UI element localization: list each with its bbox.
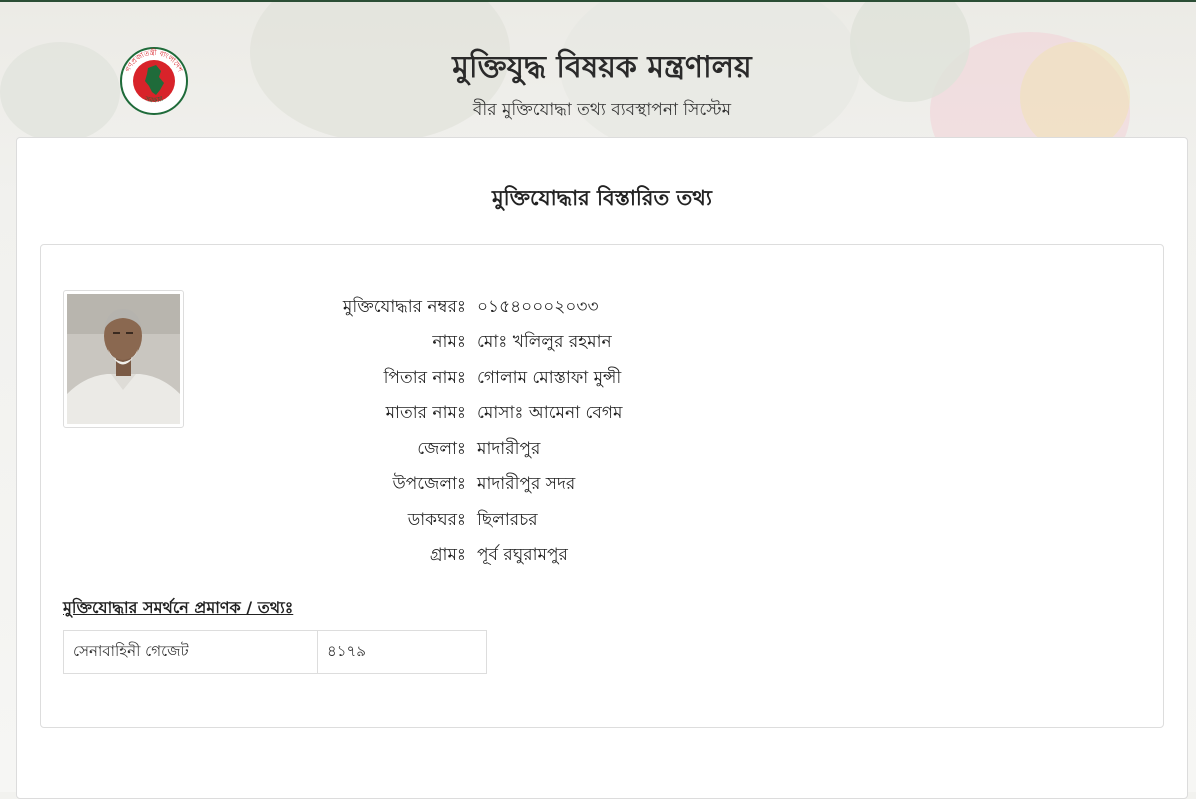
- government-seal-icon: গণপ্রজাতন্ত্রী বাংলাদেশ সরকার: [119, 46, 189, 116]
- detail-label: উপজেলাঃ: [392, 474, 466, 494]
- detail-label: মুক্তিযোদ্ধার নম্বরঃ: [342, 297, 466, 317]
- evidence-source-cell: সেনাবাহিনী গেজেট: [63, 630, 318, 674]
- detail-value: পূর্ব রঘুরামপুর: [477, 545, 568, 565]
- detail-label: পিতার নামঃ: [383, 368, 466, 388]
- detail-value: মোঃ খলিলুর রহমান: [477, 332, 612, 352]
- page-heading: মুক্তিযোদ্ধার বিস্তারিত তথ্য: [491, 185, 712, 210]
- details-card: মুক্তিযোদ্ধার নম্বরঃ ০১৫৪০০০২০৩৩ নামঃ মো…: [40, 244, 1164, 728]
- detail-label: গ্রামঃ: [429, 545, 466, 565]
- detail-value: ০১৫৪০০০২০৩৩: [477, 297, 599, 317]
- detail-row-district: জেলাঃ মাদারীপুর: [41, 434, 681, 464]
- detail-value: ছিলারচর: [477, 510, 538, 530]
- detail-row-mother-name: মাতার নামঃ মোসাঃ আমেনা বেগম: [41, 398, 681, 428]
- ministry-title: মুক্তিযুদ্ধ বিষয়ক মন্ত্রণালয়: [452, 50, 752, 85]
- detail-row-number: মুক্তিযোদ্ধার নম্বরঃ ০১৫৪০০০২০৩৩: [41, 292, 681, 322]
- detail-row-post-office: ডাকঘরঃ ছিলারচর: [41, 505, 681, 535]
- detail-value: মোসাঃ আমেনা বেগম: [477, 403, 623, 423]
- system-subtitle: বীর মুক্তিযোদ্ধা তথ্য ব্যবস্থাপনা সিস্টে…: [472, 100, 732, 120]
- detail-label: মাতার নামঃ: [385, 403, 466, 423]
- detail-row-name: নামঃ মোঃ খলিলুর রহমান: [41, 327, 681, 357]
- evidence-heading: মুক্তিযোদ্ধার সমর্থনে প্রমাণক / তথ্যঃ: [63, 598, 294, 617]
- detail-label: নামঃ: [432, 332, 466, 352]
- detail-label: জেলাঃ: [417, 439, 466, 459]
- evidence-number-cell: ৪১৭৯: [317, 630, 487, 674]
- main-panel: মুক্তিযোদ্ধার বিস্তারিত তথ্য মুক্তিযোদ্ধ…: [16, 137, 1188, 799]
- table-row: সেনাবাহিনী গেজেট ৪১৭৯: [63, 630, 487, 674]
- detail-row-father-name: পিতার নামঃ গোলাম মোস্তাফা মুন্সী: [41, 363, 681, 393]
- evidence-table: সেনাবাহিনী গেজেট ৪১৭৯: [63, 630, 487, 674]
- detail-row-upazila: উপজেলাঃ মাদারীপুর সদর: [41, 469, 681, 499]
- detail-label: ডাকঘরঃ: [407, 510, 466, 530]
- detail-value: মাদারীপুর সদর: [477, 474, 576, 494]
- detail-value: গোলাম মোস্তাফা মুন্সী: [477, 368, 622, 388]
- detail-row-village: গ্রামঃ পূর্ব রঘুরামপুর: [41, 540, 681, 570]
- detail-value: মাদারীপুর: [477, 439, 541, 459]
